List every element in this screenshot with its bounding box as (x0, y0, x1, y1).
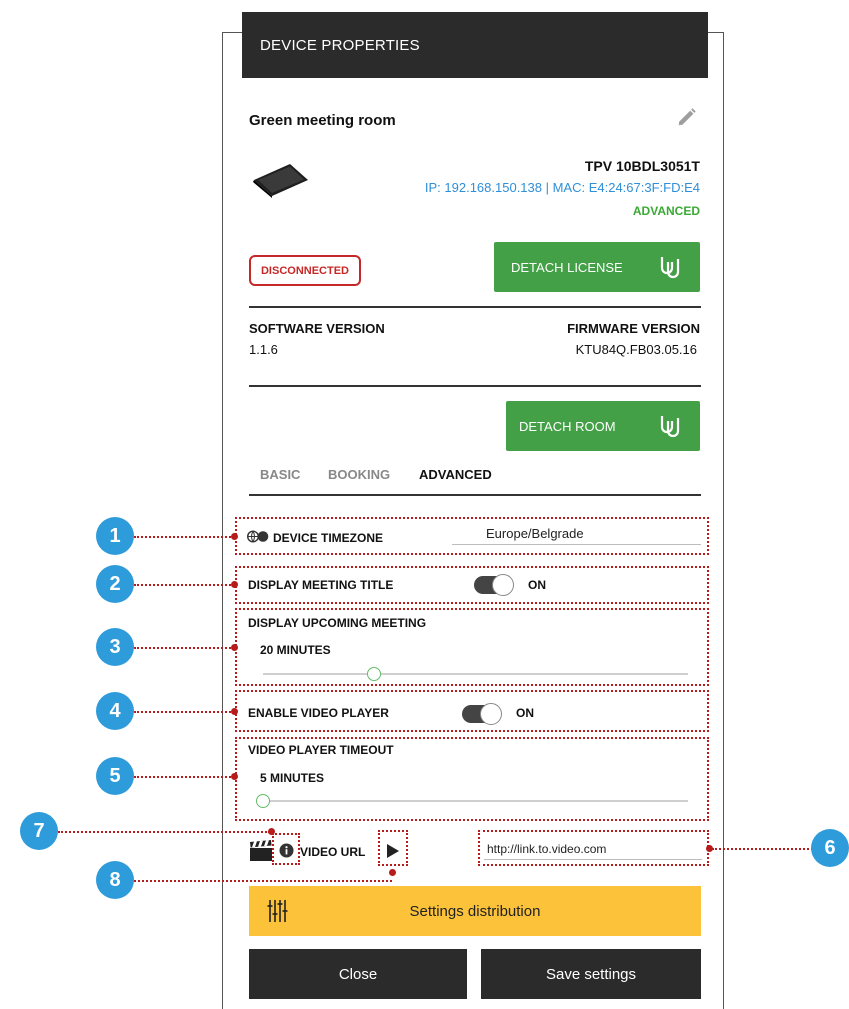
software-version-label: SOFTWARE VERSION (249, 321, 385, 336)
timezone-value[interactable]: Europe/Belgrade (486, 526, 584, 541)
video-timeout-slider-knob[interactable] (256, 794, 270, 808)
panel-border-left (222, 32, 223, 1009)
video-url-label: VIDEO URL (300, 845, 366, 859)
firmware-version-label: FIRMWARE VERSION (567, 321, 700, 336)
globe-icon (247, 530, 269, 543)
dialog-header: DEVICE PROPERTIES (242, 12, 708, 78)
callout-number-5: 5 (96, 757, 134, 795)
video-player-label: ENABLE VIDEO PLAYER (248, 706, 389, 720)
meeting-title-toggle-knob[interactable] (492, 574, 514, 596)
tab-basic[interactable]: BASIC (260, 467, 300, 482)
video-timeout-label: VIDEO PLAYER TIMEOUT (248, 743, 394, 757)
software-version-value: 1.1.6 (249, 342, 278, 357)
callout-dot-6 (706, 845, 713, 852)
callout-leader-6 (712, 848, 817, 850)
video-url-input[interactable]: http://link.to.video.com (487, 842, 606, 856)
firmware-version-value: KTU84Q.FB03.05.16 (575, 342, 697, 357)
sliders-icon (267, 900, 288, 922)
pencil-icon[interactable] (676, 106, 698, 128)
callout-number-6: 6 (811, 829, 849, 867)
timezone-field-underline (452, 544, 701, 545)
divider (249, 385, 701, 387)
upcoming-meeting-slider-knob[interactable] (366, 667, 381, 681)
device-model: TPV 10BDL3051T (584, 158, 700, 174)
upcoming-meeting-value: 20 MINUTES (260, 643, 331, 657)
tablet-icon (253, 164, 308, 198)
callout-number-7: 7 (20, 812, 58, 850)
video-timeout-value: 5 MINUTES (260, 771, 325, 785)
close-button[interactable]: Close (249, 949, 467, 999)
license-tier: ADVANCED (632, 204, 700, 218)
status-badge-label: DISCONNECTED (260, 264, 349, 277)
tabs-underline (249, 494, 701, 496)
meeting-title-label: DISPLAY MEETING TITLE (248, 578, 394, 592)
device-ip-mac: IP: 192.168.150.138 | MAC: E4:24:67:3F:F… (424, 180, 700, 195)
video-timeout-slider-track[interactable] (263, 800, 688, 802)
save-settings-button[interactable]: Save settings (481, 949, 701, 999)
settings-distribution-label: Settings distribution (409, 902, 541, 920)
callout-number-4: 4 (96, 692, 134, 730)
callout-box-info (272, 833, 300, 865)
tab-booking[interactable]: BOOKING (328, 467, 390, 482)
upcoming-meeting-label: DISPLAY UPCOMING MEETING (248, 616, 427, 630)
device-name: Green meeting room (249, 112, 396, 129)
callout-number-1: 1 (96, 517, 134, 555)
settings-distribution-button[interactable]: Settings distribution (249, 886, 701, 936)
tab-advanced[interactable]: ADVANCED (419, 467, 492, 482)
clapperboard-icon (250, 840, 272, 861)
callout-dot-5 (231, 773, 238, 780)
upcoming-meeting-slider-track[interactable] (263, 673, 688, 675)
callout-dot-1 (231, 533, 238, 540)
panel-border-top-right (706, 32, 724, 33)
callout-leader-1 (134, 536, 234, 538)
save-settings-label: Save settings (545, 965, 637, 983)
detach-icon (660, 257, 680, 279)
video-player-toggle-knob[interactable] (480, 703, 502, 725)
callout-leader-8 (134, 880, 392, 882)
callout-dot-2 (231, 581, 238, 588)
panel-border-right (723, 32, 724, 1009)
timezone-label: DEVICE TIMEZONE (273, 531, 384, 545)
detach-license-label: DETACH LICENSE (511, 259, 623, 275)
panel-border-top-left (222, 32, 242, 33)
detach-room-label: DETACH ROOM (519, 418, 616, 434)
callout-number-2: 2 (96, 565, 134, 603)
video-player-state: ON (516, 706, 534, 720)
callout-leader-2 (134, 584, 234, 586)
callout-dot-8 (389, 869, 396, 876)
meeting-title-state: ON (528, 578, 546, 592)
callout-leader-4 (134, 711, 234, 713)
divider (249, 306, 701, 308)
callout-dot-4 (231, 708, 238, 715)
callout-box-play (378, 830, 408, 866)
dialog-title: DEVICE PROPERTIES (260, 36, 420, 54)
callout-leader-7 (58, 831, 270, 833)
callout-number-3: 3 (96, 628, 134, 666)
detach-icon (660, 416, 680, 438)
detach-license-button[interactable]: DETACH LICENSE (494, 242, 700, 292)
detach-room-button[interactable]: DETACH ROOM (506, 401, 700, 451)
callout-dot-3 (231, 644, 238, 651)
callout-leader-5 (134, 776, 234, 778)
callout-dot-7 (268, 828, 275, 835)
callout-number-8: 8 (96, 861, 134, 899)
close-button-label: Close (338, 965, 378, 983)
callout-leader-3 (134, 647, 234, 649)
video-url-underline (484, 859, 702, 860)
status-badge: DISCONNECTED (249, 255, 361, 286)
